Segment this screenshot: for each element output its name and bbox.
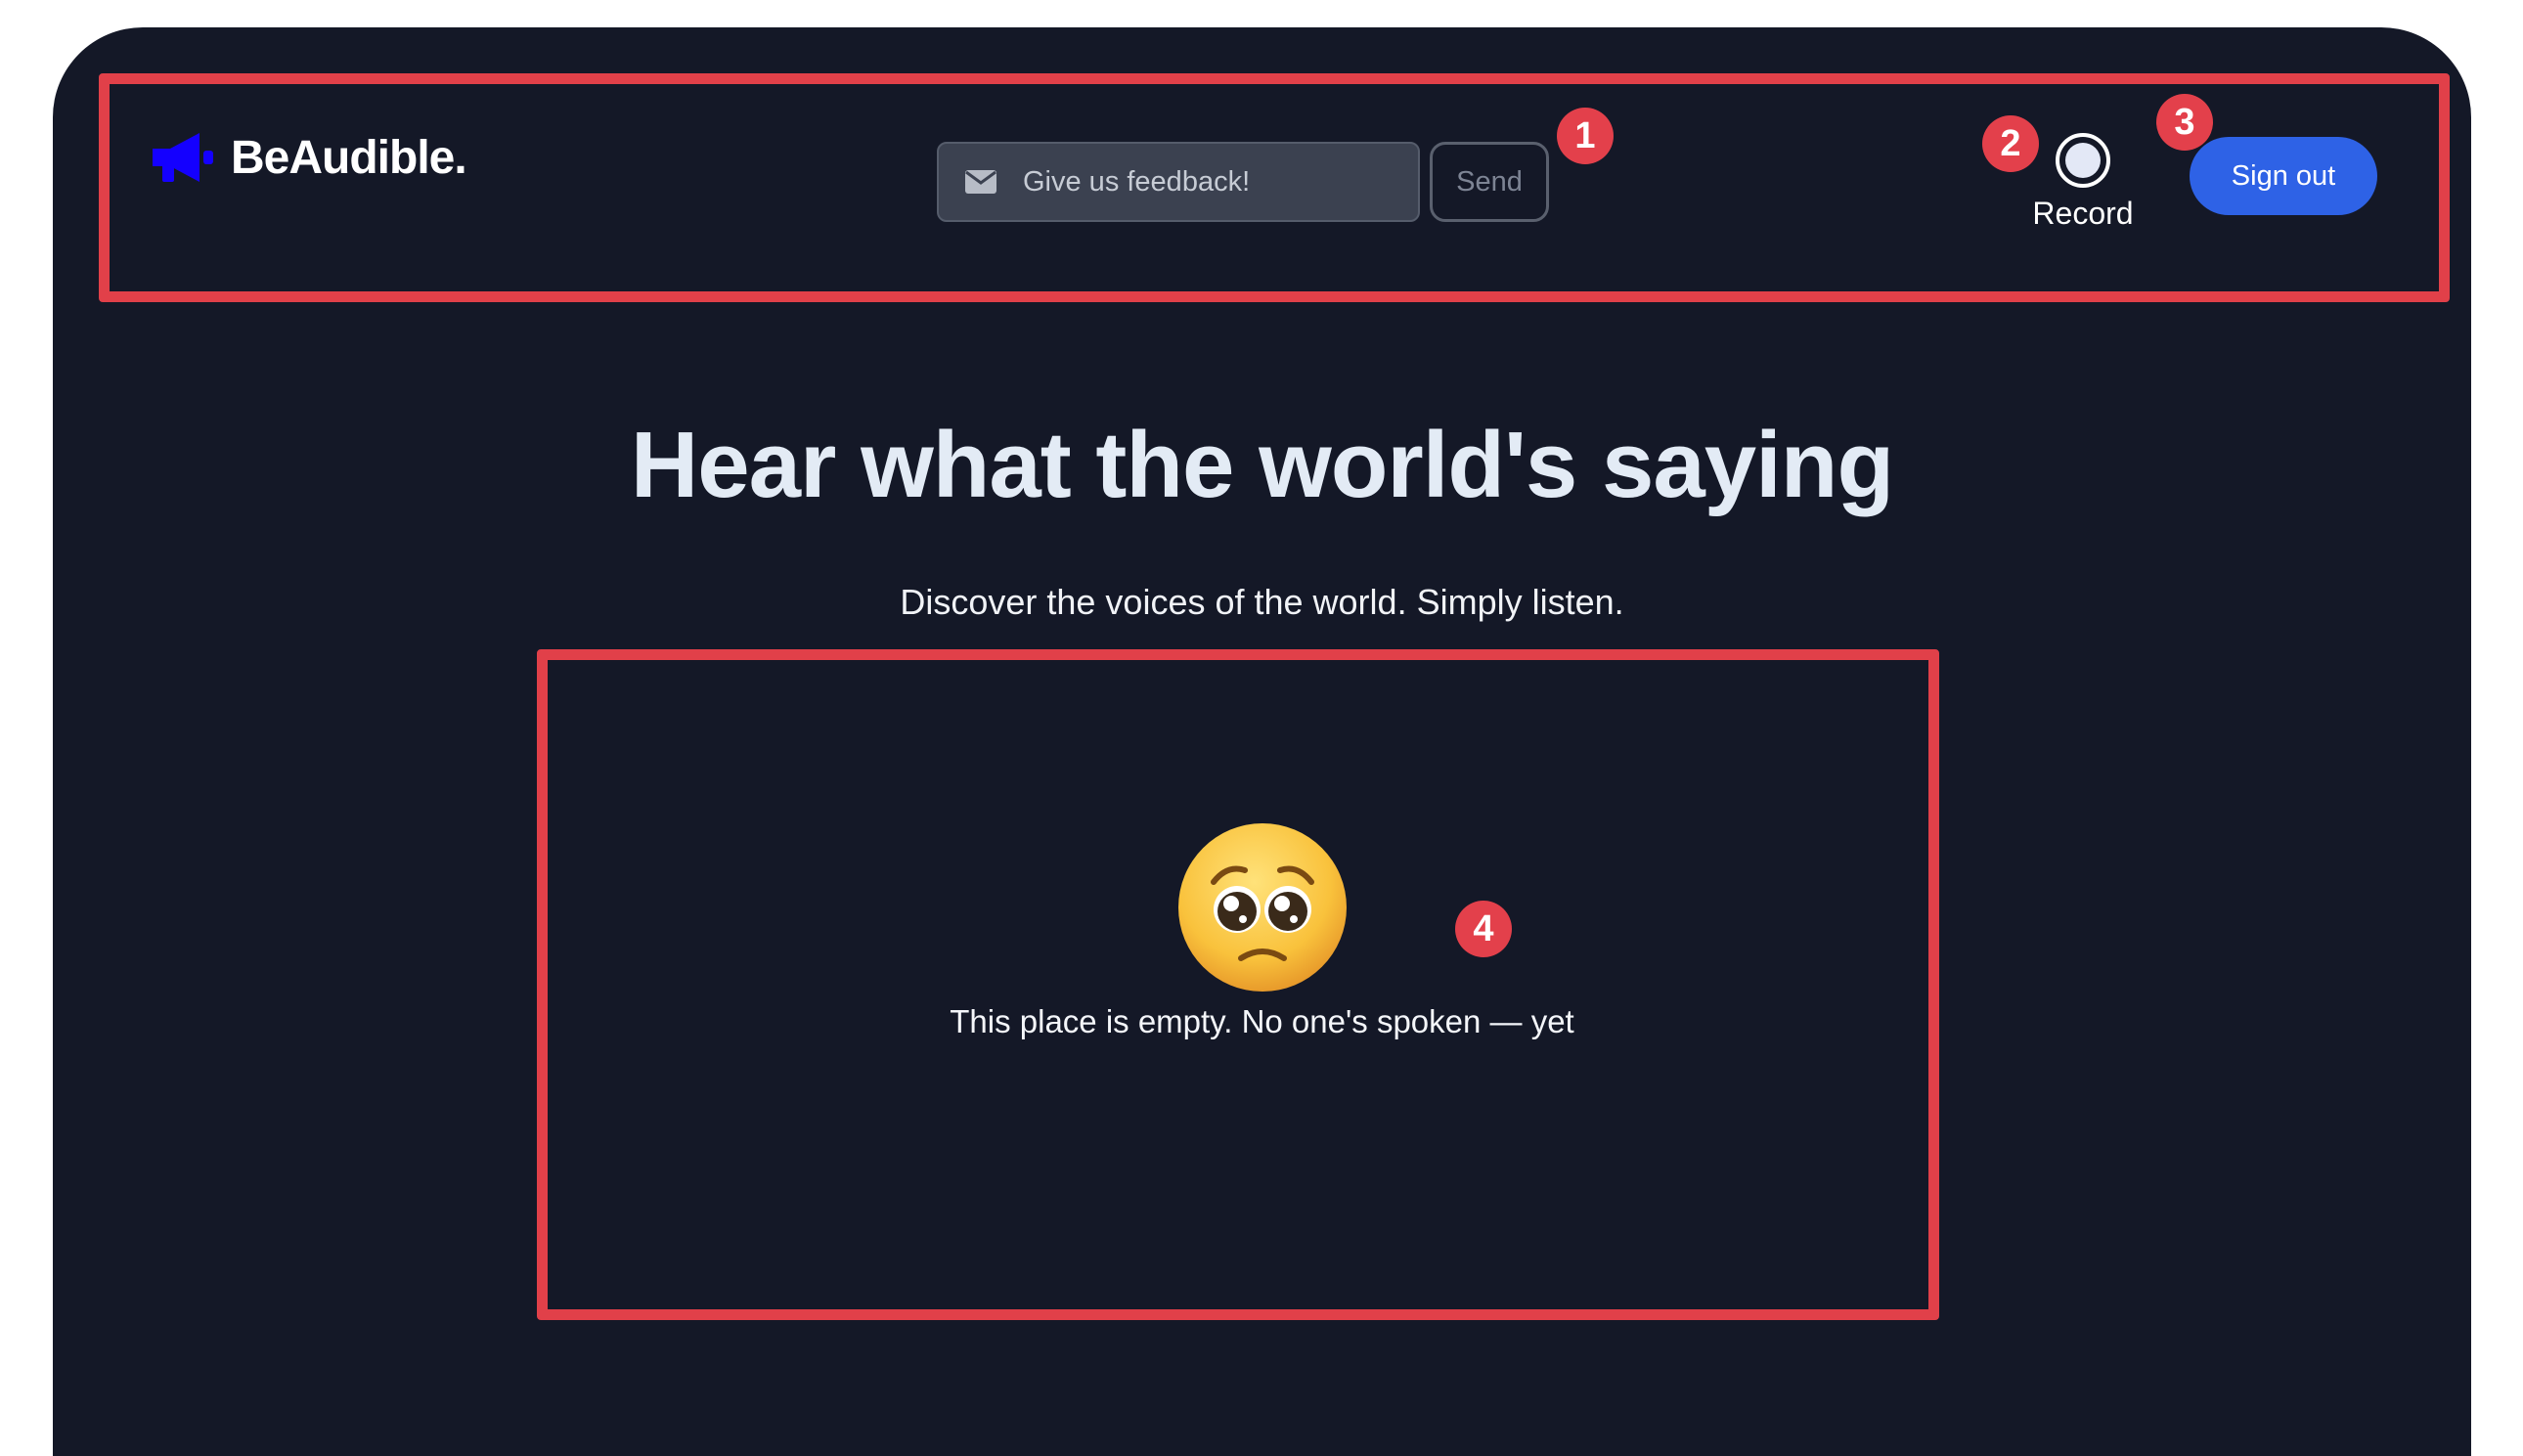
hero-title: Hear what the world's saying <box>630 413 1894 517</box>
send-button[interactable]: Send <box>1430 142 1549 222</box>
record-icon <box>2056 133 2110 188</box>
mail-icon <box>965 170 996 194</box>
record-button[interactable]: Record <box>2024 131 2142 232</box>
sign-out-button[interactable]: Sign out <box>2190 137 2377 215</box>
brand-name: BeAudible. <box>231 131 467 184</box>
megaphone-icon <box>153 133 213 182</box>
pleading-face-icon <box>1177 823 1347 992</box>
feedback-form: Send <box>937 142 1549 222</box>
record-label: Record <box>2032 196 2134 231</box>
feedback-input-wrapper[interactable] <box>937 142 1420 222</box>
empty-state-message: This place is empty. No one's spoken — y… <box>950 1003 1574 1039</box>
feedback-input[interactable] <box>1021 164 1418 199</box>
app-window: BeAudible. Send Record Sign out Hear wha… <box>53 27 2471 1456</box>
empty-state: This place is empty. No one's spoken — y… <box>53 821 2471 1040</box>
hero-subtitle: Discover the voices of the world. Simply… <box>900 582 1624 622</box>
brand-logo[interactable]: BeAudible. <box>149 129 467 186</box>
